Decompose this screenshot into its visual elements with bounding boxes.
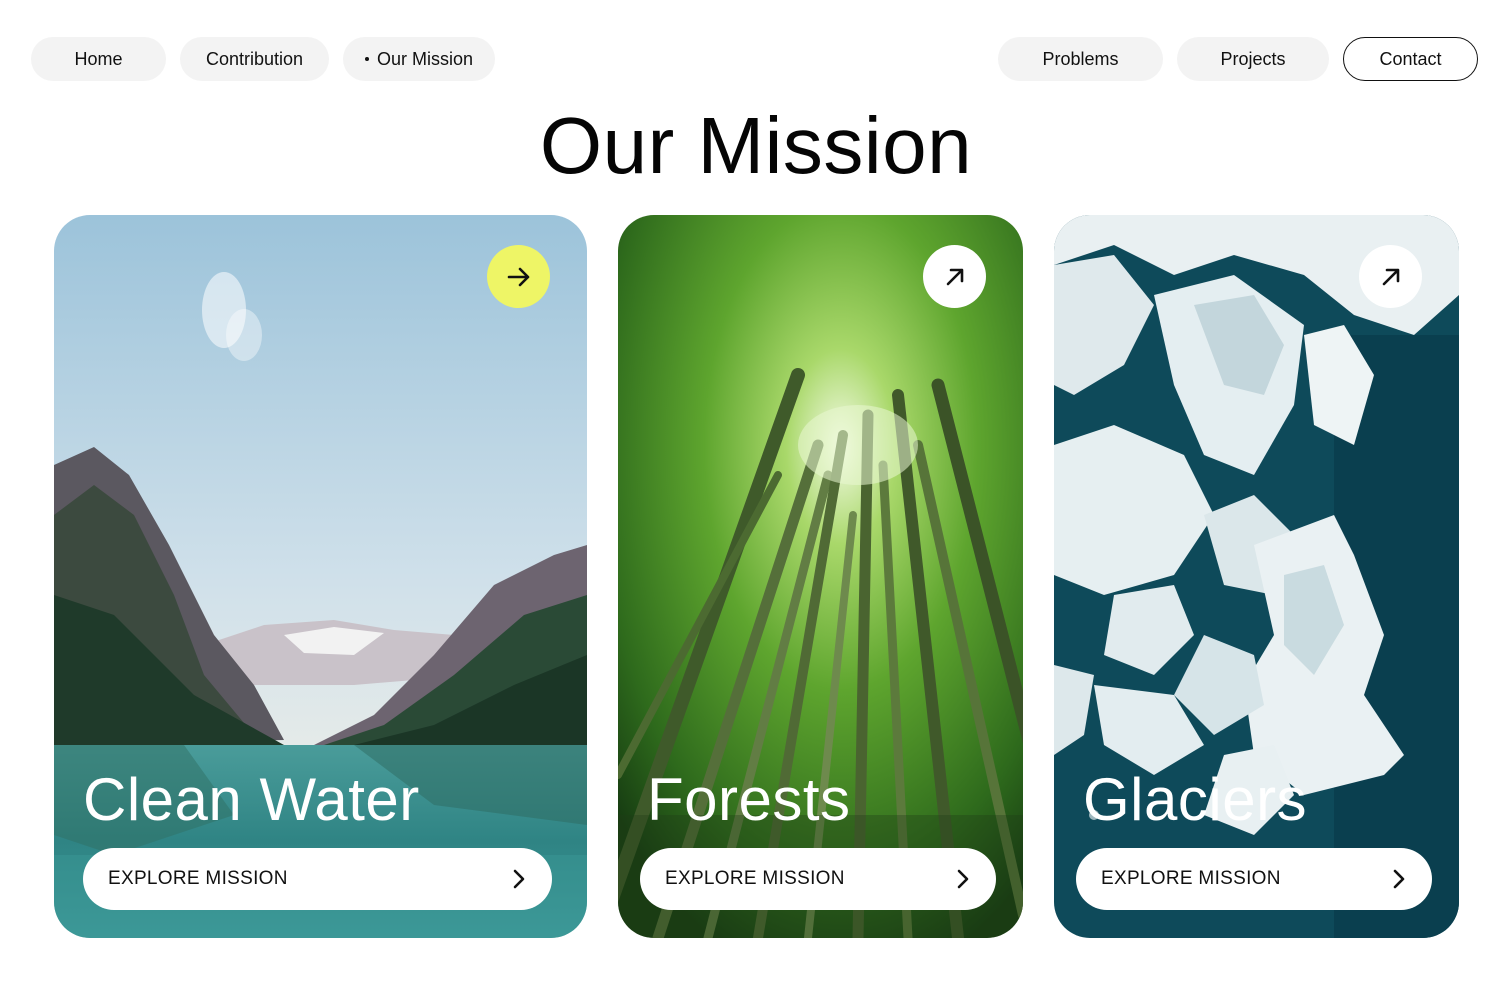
nav-problems-label: Problems [1042, 48, 1119, 69]
chevron-right-icon [952, 868, 974, 890]
mission-card-glaciers[interactable]: Glaciers EXPLORE MISSION [1054, 215, 1459, 938]
mission-card-forests[interactable]: Forests EXPLORE MISSION [618, 215, 1023, 938]
active-dot-icon [364, 57, 369, 61]
nav-home-label: Home [74, 48, 123, 69]
explore-mission-button[interactable]: EXPLORE MISSION [1076, 848, 1432, 910]
arrow-up-right-icon [1382, 268, 1399, 285]
nav-contribution[interactable]: Contribution [180, 37, 329, 81]
nav-contact[interactable]: Contact [1343, 37, 1478, 81]
explore-mission-label: EXPLORE MISSION [108, 868, 288, 889]
explore-mission-label: EXPLORE MISSION [665, 868, 845, 889]
nav-our-mission[interactable]: Our Mission [343, 37, 495, 81]
mission-card-clean-water[interactable]: Clean Water EXPLORE MISSION [54, 215, 587, 938]
nav-problems[interactable]: Problems [998, 37, 1163, 81]
nav-projects-label: Projects [1220, 48, 1286, 69]
card-title: Clean Water [83, 766, 420, 833]
card-title: Forests [647, 766, 851, 833]
nav-contact-label: Contact [1379, 48, 1442, 69]
arrow-up-right-button[interactable] [923, 245, 986, 308]
nav-our-mission-label: Our Mission [376, 48, 474, 69]
explore-mission-button[interactable]: EXPLORE MISSION [83, 848, 552, 910]
chevron-right-icon [1388, 868, 1410, 890]
page-title: Our Mission [539, 101, 973, 190]
nav-contribution-label: Contribution [205, 48, 304, 69]
nav-projects[interactable]: Projects [1177, 37, 1329, 81]
explore-mission-button[interactable]: EXPLORE MISSION [640, 848, 996, 910]
arrow-up-right-icon [946, 268, 963, 285]
card-title: Glaciers [1083, 766, 1308, 833]
nav-home[interactable]: Home [31, 37, 166, 81]
explore-mission-label: EXPLORE MISSION [1101, 868, 1281, 889]
arrow-up-right-button[interactable] [1359, 245, 1422, 308]
arrow-right-icon [507, 267, 529, 286]
chevron-right-icon [508, 868, 530, 890]
arrow-right-button[interactable] [487, 245, 550, 308]
page: Home Contribution Our Mission Problems P… [0, 0, 1512, 982]
